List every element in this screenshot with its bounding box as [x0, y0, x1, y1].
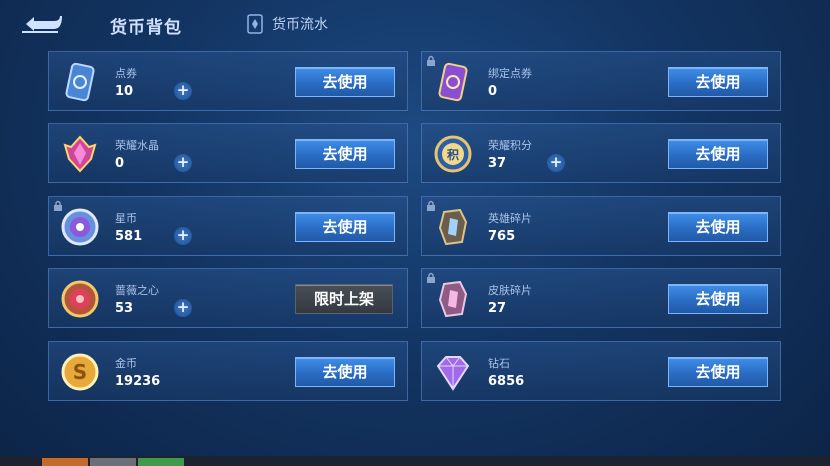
currency-name: 英雄碎片: [488, 212, 532, 225]
currency-amount: 6856: [488, 374, 525, 389]
currency-card: 积 荣耀积分 37 + 去使用: [421, 123, 781, 183]
svg-text:积: 积: [447, 147, 459, 162]
add-button[interactable]: +: [174, 82, 192, 100]
currency-amount: 10: [115, 84, 134, 99]
currency-card: 荣耀水晶 0 + 去使用: [48, 123, 408, 183]
currency-amount: 0: [488, 84, 498, 99]
use-button[interactable]: 去使用: [668, 212, 768, 242]
hero-shard-icon: [438, 208, 468, 246]
currency-name: 钻石: [488, 357, 510, 370]
use-button[interactable]: 去使用: [668, 67, 768, 97]
taskbar-app-icon[interactable]: [90, 458, 136, 466]
currency-amount: 27: [488, 301, 507, 316]
skin-shard-icon: [438, 280, 468, 318]
ledger-icon: [247, 14, 263, 34]
currency-amount: 0: [115, 156, 125, 171]
currency-card: 星币 581 + 去使用: [48, 196, 408, 256]
currency-flow-label: 货币流水: [272, 17, 328, 33]
currency-card: 英雄碎片 765 去使用: [421, 196, 781, 256]
glory-crystal-icon: [63, 135, 97, 173]
use-button[interactable]: 去使用: [668, 284, 768, 314]
add-button[interactable]: +: [174, 299, 192, 317]
svg-text:S: S: [73, 360, 87, 384]
rose-heart-icon: [61, 280, 99, 318]
add-button[interactable]: +: [547, 154, 565, 172]
coupon-card-icon: [65, 62, 95, 102]
glory-points-icon: 积: [434, 135, 472, 173]
currency-flow-link[interactable]: 货币流水: [246, 14, 328, 34]
currency-card: S 金币 19236 去使用: [48, 341, 408, 401]
currency-card: 点券 10 + 去使用: [48, 51, 408, 111]
use-button[interactable]: 去使用: [295, 139, 395, 169]
add-button[interactable]: +: [174, 154, 192, 172]
currency-card: 钻石 6856 去使用: [421, 341, 781, 401]
currency-name: 点券: [115, 67, 137, 80]
currency-amount: 37: [488, 156, 507, 171]
currency-amount: 19236: [115, 374, 161, 389]
back-arrow-icon[interactable]: [20, 12, 64, 36]
top-bar: 货币背包 货币流水: [0, 0, 830, 50]
currency-name: 荣耀积分: [488, 139, 532, 152]
add-button[interactable]: +: [174, 227, 192, 245]
currency-amount: 53: [115, 301, 134, 316]
currency-amount: 765: [488, 229, 516, 244]
currency-card: 绑定点券 0 去使用: [421, 51, 781, 111]
diamond-icon: [436, 356, 470, 391]
currency-name: 蔷薇之心: [115, 284, 159, 297]
limited-release-button[interactable]: 限时上架: [295, 284, 393, 314]
currency-name: 皮肤碎片: [488, 284, 532, 297]
bound-coupon-card-icon: [438, 62, 468, 102]
taskbar-app-icon[interactable]: [138, 458, 184, 466]
currency-amount: 581: [115, 229, 143, 244]
page-title: 货币背包: [110, 18, 182, 38]
taskbar-app-icon[interactable]: [42, 458, 88, 466]
gold-coin-icon: S: [61, 353, 99, 391]
currency-card: 蔷薇之心 53 + 限时上架: [48, 268, 408, 328]
star-coin-icon: [61, 208, 99, 246]
use-button[interactable]: 去使用: [668, 139, 768, 169]
currency-name: 金币: [115, 357, 137, 370]
currency-name: 绑定点券: [488, 67, 532, 80]
use-button[interactable]: 去使用: [295, 357, 395, 387]
currency-name: 荣耀水晶: [115, 139, 159, 152]
use-button[interactable]: 去使用: [668, 357, 768, 387]
use-button[interactable]: 去使用: [295, 212, 395, 242]
currency-name: 星币: [115, 212, 137, 225]
currency-card: 皮肤碎片 27 去使用: [421, 268, 781, 328]
use-button[interactable]: 去使用: [295, 67, 395, 97]
